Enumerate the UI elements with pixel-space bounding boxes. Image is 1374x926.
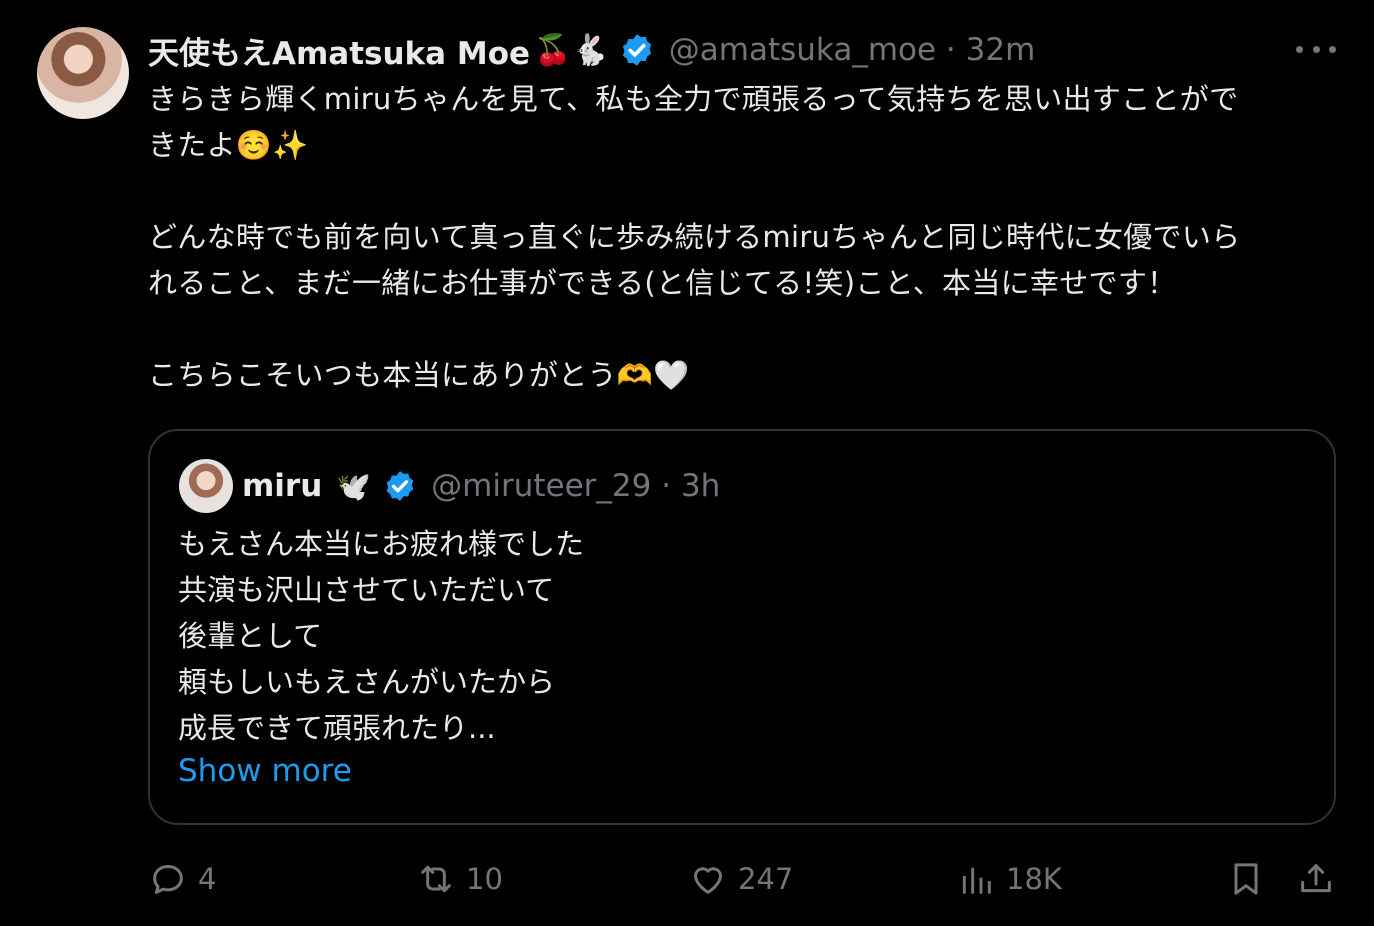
- quoted-author-avatar[interactable]: [179, 459, 233, 513]
- verified-badge-icon: [386, 471, 414, 501]
- show-more-link[interactable]: Show more: [178, 753, 352, 789]
- like-button[interactable]: 247: [688, 856, 793, 902]
- views-button[interactable]: 18K: [956, 856, 1062, 902]
- quoted-tweet-time: 3h: [680, 468, 721, 504]
- like-icon: [694, 867, 722, 894]
- quoted-tweet[interactable]: miru 🕊️ @miruteer_29 · 3h もえさん本当にお疲れ様でした…: [148, 429, 1336, 825]
- reply-icon: [153, 865, 183, 894]
- view-count: 18K: [1006, 862, 1062, 896]
- author-name[interactable]: 天使もえAmatsuka Moe: [148, 28, 530, 73]
- quoted-tweet-header: miru 🕊️ @miruteer_29 · 3h: [242, 461, 720, 511]
- author-handle[interactable]: @amatsuka_moe · 32m: [669, 32, 1036, 68]
- quoted-author-emoji: 🕊️: [336, 469, 372, 503]
- verified-badge-icon: [622, 34, 651, 66]
- tweet-header: 天使もえAmatsuka Moe 🍒🐇 @amatsuka_moe · 32m: [148, 26, 1035, 74]
- share-icon: [1301, 864, 1331, 893]
- repost-button[interactable]: 10: [416, 856, 503, 902]
- tweet-text: きらきら輝くmiruちゃんを見て、私も全力で頑張るって気持ちを思い出すことがで …: [148, 82, 1241, 392]
- repost-icon: [421, 865, 451, 893]
- views-icon: [962, 867, 991, 894]
- quoted-author-handle[interactable]: @miruteer_29 · 3h: [431, 468, 720, 504]
- reply-button[interactable]: 4: [148, 856, 216, 902]
- like-count: 247: [738, 862, 794, 896]
- bookmark-button[interactable]: [1226, 856, 1266, 902]
- tweet-time: 32m: [965, 32, 1036, 68]
- author-avatar[interactable]: [37, 27, 129, 119]
- author-name-emojis: 🍒🐇: [534, 32, 609, 68]
- repost-count: 10: [466, 862, 503, 896]
- quoted-author-name[interactable]: miru: [242, 468, 322, 504]
- reply-count: 4: [198, 862, 217, 896]
- bookmark-icon: [1234, 863, 1258, 895]
- share-button[interactable]: [1296, 856, 1336, 902]
- more-icon[interactable]: [1296, 34, 1336, 64]
- quoted-tweet-text: もえさん本当にお疲れ様でした 共演も沢山させていただいて 後輩として 頼もしいも…: [178, 527, 585, 745]
